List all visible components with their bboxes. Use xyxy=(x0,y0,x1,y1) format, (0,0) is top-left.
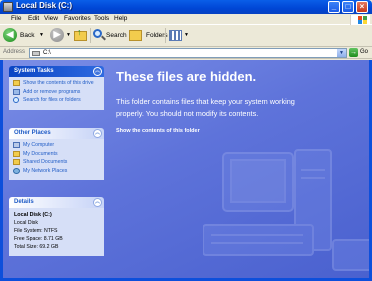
folders-button[interactable]: Folders xyxy=(129,28,168,44)
place-my-network-places[interactable]: My Network Places xyxy=(13,167,100,175)
menu-file[interactable]: File xyxy=(11,15,21,22)
place-shared-documents[interactable]: Shared Documents xyxy=(13,159,100,166)
details-file-system: File System: NTFS xyxy=(14,228,58,234)
network-places-icon xyxy=(13,167,20,174)
task-search[interactable]: Search for files or folders xyxy=(13,97,100,104)
place-my-computer[interactable]: My Computer xyxy=(13,142,100,149)
back-arrow-icon: ◀ xyxy=(3,28,17,42)
details-drive-name: Local Disk (C:) xyxy=(14,212,52,218)
views-icon xyxy=(169,30,182,41)
place-my-documents[interactable]: My Documents xyxy=(13,150,100,158)
menu-bar: File Edit View Favorites Tools Help xyxy=(0,14,372,25)
address-value: C:\ xyxy=(43,50,51,56)
task-label: Search for files or folders xyxy=(23,97,81,103)
show-contents-icon xyxy=(13,80,20,86)
back-label: Back xyxy=(20,32,35,39)
place-label: Shared Documents xyxy=(23,159,68,165)
shared-documents-icon xyxy=(13,159,20,165)
task-label: Add or remove programs xyxy=(23,88,81,95)
go-arrow-icon: → xyxy=(349,48,358,57)
other-places-header[interactable]: Other Places ︽ xyxy=(9,128,104,139)
collapse-chevron-icon[interactable]: ︽ xyxy=(93,129,102,138)
go-button[interactable]: → Go xyxy=(349,48,371,58)
search-label: Search xyxy=(106,32,127,39)
place-label: My Documents xyxy=(23,150,58,157)
forward-button[interactable]: ▶ ▼ xyxy=(50,28,72,44)
chevron-down-icon: ▼ xyxy=(184,32,189,38)
place-label: My Network Places xyxy=(23,167,68,174)
chevron-down-icon[interactable]: ▼ xyxy=(337,49,346,57)
collapse-chevron-icon[interactable]: ︽ xyxy=(93,198,102,207)
add-remove-icon xyxy=(13,88,20,95)
menu-view[interactable]: View xyxy=(44,15,58,22)
other-places-body: My Computer My Documents Shared Document… xyxy=(9,139,104,180)
title-bar[interactable]: Local Disk (C:) _ □ × xyxy=(0,0,372,14)
address-label: Address xyxy=(3,49,26,55)
chevron-down-icon[interactable]: ▼ xyxy=(66,32,71,38)
maximize-button[interactable]: □ xyxy=(342,1,354,13)
my-documents-icon xyxy=(13,150,20,157)
my-computer-icon xyxy=(13,142,20,148)
details-body: Local Disk (C:) Local Disk File System: … xyxy=(9,208,104,256)
forward-arrow-icon: ▶ xyxy=(50,28,64,42)
views-button[interactable]: ▼ xyxy=(169,28,191,44)
go-label: Go xyxy=(360,49,369,55)
details-panel: Details ︽ Local Disk (C:) Local Disk Fil… xyxy=(9,197,104,256)
details-drive-type: Local Disk xyxy=(14,220,38,226)
system-tasks-title: System Tasks xyxy=(14,68,54,74)
content-pane: System Tasks ︽ Show the contents of this… xyxy=(0,60,372,281)
details-total-size: Total Size: 69.2 GB xyxy=(14,244,59,250)
drive-icon xyxy=(3,2,13,12)
menu-favorites[interactable]: Favorites xyxy=(64,15,91,22)
menu-help[interactable]: Help xyxy=(114,15,127,22)
search-button[interactable]: Search xyxy=(93,28,129,44)
toolbar-separator xyxy=(165,28,166,43)
window-title: Local Disk (C:) xyxy=(16,1,73,10)
drive-icon xyxy=(32,51,40,56)
place-label: My Computer xyxy=(23,142,55,148)
close-button[interactable]: × xyxy=(356,1,368,13)
address-input[interactable]: C:\ ▼ xyxy=(29,48,347,58)
hidden-files-heading: These files are hidden. xyxy=(116,69,257,84)
up-arrow-icon: ↑ xyxy=(77,27,82,37)
system-tasks-body: Show the contents of this drive Add or r… xyxy=(9,77,104,110)
details-free-space: Free Space: 8.71 GB xyxy=(14,236,63,242)
back-button[interactable]: ◀ Back ▼ xyxy=(3,28,45,44)
other-places-panel: Other Places ︽ My Computer My Documents … xyxy=(9,128,104,180)
details-title: Details xyxy=(14,199,34,205)
folders-icon xyxy=(129,30,142,41)
toolbar-separator xyxy=(90,28,91,43)
windows-logo-icon xyxy=(350,15,370,25)
address-bar: Address C:\ ▼ → Go xyxy=(0,47,372,59)
show-contents-link[interactable]: Show the contents of this folder xyxy=(116,128,200,134)
task-add-remove-programs[interactable]: Add or remove programs xyxy=(13,88,100,96)
toolbar: ◀ Back ▼ ▶ ▼ ↑ Search Folders ▼ xyxy=(0,25,372,47)
computer-illustration xyxy=(203,149,369,271)
task-show-contents[interactable]: Show the contents of this drive xyxy=(13,80,100,87)
up-folder-button[interactable]: ↑ xyxy=(74,27,88,44)
other-places-title: Other Places xyxy=(14,130,51,136)
explorer-window: Local Disk (C:) _ □ × File Edit View Fav… xyxy=(0,0,372,281)
chevron-down-icon[interactable]: ▼ xyxy=(39,32,44,38)
task-label: Show the contents of this drive xyxy=(23,80,94,86)
collapse-chevron-icon[interactable]: ︽ xyxy=(93,67,102,76)
system-tasks-panel: System Tasks ︽ Show the contents of this… xyxy=(9,66,104,110)
hidden-files-message: This folder contains files that keep you… xyxy=(116,97,295,118)
system-tasks-header[interactable]: System Tasks ︽ xyxy=(9,66,104,77)
menu-tools[interactable]: Tools xyxy=(94,15,109,22)
search-icon xyxy=(13,97,19,103)
minimize-button[interactable]: _ xyxy=(328,1,340,13)
menu-edit[interactable]: Edit xyxy=(28,15,39,22)
details-header[interactable]: Details ︽ xyxy=(9,197,104,208)
